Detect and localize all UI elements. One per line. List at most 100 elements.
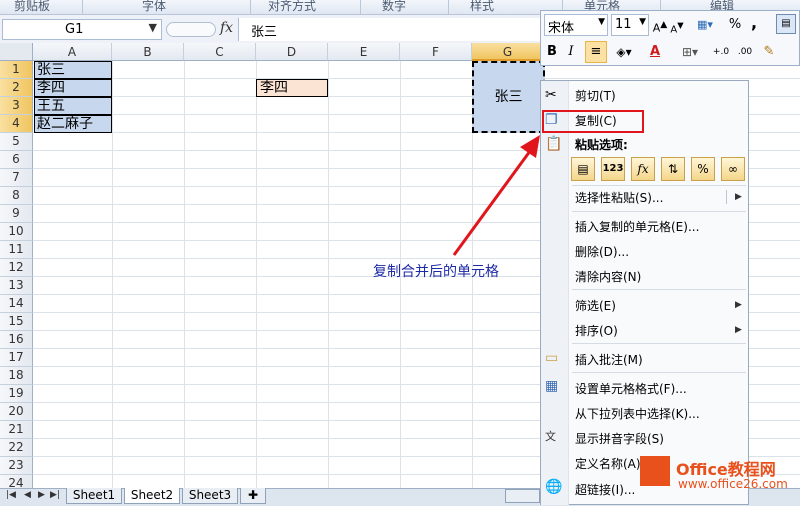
menu-item-paste-special[interactable]: 选择性粘贴(S)...: [575, 189, 663, 206]
insert-sheet-icon[interactable]: ✚: [240, 488, 266, 504]
menu-item-clear-contents[interactable]: 清除内容(N): [575, 268, 641, 285]
chevron-right-icon: ▶: [735, 300, 742, 310]
row-header-4[interactable]: 4: [0, 115, 33, 133]
paste-formulas-icon[interactable]: fx: [631, 157, 655, 181]
row-header-17[interactable]: 17: [0, 349, 33, 367]
column-header-b[interactable]: B: [112, 43, 184, 61]
menu-item-delete[interactable]: 删除(D)...: [575, 243, 629, 260]
row-header-9[interactable]: 9: [0, 205, 33, 223]
decrease-decimal-icon[interactable]: .00: [735, 42, 755, 62]
format-painter-icon[interactable]: ✎: [759, 42, 779, 62]
borders-icon[interactable]: ⊞▾: [678, 42, 702, 62]
name-box-value: G1: [65, 22, 84, 37]
percent-button[interactable]: %: [727, 15, 743, 35]
chevron-right-icon: ▶: [735, 325, 742, 335]
row-header-23[interactable]: 23: [0, 457, 33, 475]
font-size-select[interactable]: 11 ▼: [611, 14, 649, 36]
comma-style-button[interactable]: ,: [747, 13, 761, 33]
row-header-6[interactable]: 6: [0, 151, 33, 169]
row-header-13[interactable]: 13: [0, 277, 33, 295]
font-size-value: 11: [615, 17, 632, 32]
row-header-14[interactable]: 14: [0, 295, 33, 313]
grow-font-icon[interactable]: A▲: [652, 15, 668, 35]
chevron-down-icon: ▼: [598, 17, 605, 27]
phonetic-icon: 文: [545, 430, 556, 443]
menu-heading-paste-options: 粘贴选项:: [575, 138, 628, 152]
column-header-a[interactable]: A: [33, 43, 112, 61]
menu-item-insert-copied-cells[interactable]: 插入复制的单元格(E)...: [575, 218, 699, 235]
paste-icon[interactable]: ▤: [571, 157, 595, 181]
select-all-corner[interactable]: [0, 43, 33, 61]
column-header-g[interactable]: G: [472, 43, 544, 61]
cell-a3[interactable]: 王五: [34, 97, 112, 115]
mini-toolbar: 宋体 ▼ 11 ▼ A▲ A▼ ▦▾ % , ▤ B I ≡ ◈▾ A ⊞▾ +…: [540, 10, 800, 66]
cell-a1[interactable]: 张三: [34, 61, 112, 79]
row-header-18[interactable]: 18: [0, 367, 33, 385]
copy-highlight-box: [542, 110, 644, 133]
column-header-f[interactable]: F: [400, 43, 472, 61]
horizontal-scrollbar[interactable]: [505, 489, 540, 503]
paste-formatting-icon[interactable]: %: [691, 157, 715, 181]
watermark-url: www.office26.com: [678, 477, 788, 491]
font-color-icon[interactable]: A: [643, 42, 667, 62]
first-sheet-icon[interactable]: |◀: [6, 490, 16, 500]
shrink-font-icon[interactable]: A▼: [669, 15, 685, 35]
menu-item-cut[interactable]: 剪切(T): [575, 87, 616, 104]
sheet-tab-sheet1[interactable]: Sheet1: [66, 488, 122, 504]
fill-color-icon[interactable]: ◈▾: [611, 42, 637, 62]
merged-cell-g1[interactable]: 张三: [472, 61, 545, 133]
row-header-1[interactable]: 1: [0, 61, 33, 79]
ribbon-group-styles: 样式: [470, 0, 495, 13]
row-header-16[interactable]: 16: [0, 331, 33, 349]
row-header-7[interactable]: 7: [0, 169, 33, 187]
row-header-22[interactable]: 22: [0, 439, 33, 457]
formula-bar-resize-handle[interactable]: [166, 22, 216, 37]
menu-item-sort[interactable]: 排序(O): [575, 322, 618, 339]
menu-item-hyperlink[interactable]: 超链接(I)...: [575, 481, 635, 498]
column-header-d[interactable]: D: [256, 43, 328, 61]
insert-function-icon[interactable]: fx: [220, 20, 233, 36]
row-header-10[interactable]: 10: [0, 223, 33, 241]
paste-icon: 📋: [545, 136, 563, 152]
row-header-11[interactable]: 11: [0, 241, 33, 259]
row-header-21[interactable]: 21: [0, 421, 33, 439]
row-header-2[interactable]: 2: [0, 79, 33, 97]
cell-d2[interactable]: 李四: [256, 79, 328, 97]
sheet-tab-sheet2[interactable]: Sheet2: [124, 488, 180, 504]
align-center-icon[interactable]: ≡: [585, 41, 607, 63]
next-sheet-icon[interactable]: ▶: [38, 490, 45, 500]
row-header-12[interactable]: 12: [0, 259, 33, 277]
name-box[interactable]: G1 ▼: [2, 19, 162, 40]
menu-item-pick-from-list[interactable]: 从下拉列表中选择(K)...: [575, 405, 700, 422]
cell-a4[interactable]: 赵二麻子: [34, 115, 112, 133]
row-header-20[interactable]: 20: [0, 403, 33, 421]
comment-icon: ▭: [545, 350, 559, 366]
sheet-tab-sheet3[interactable]: Sheet3: [182, 488, 238, 504]
prev-sheet-icon[interactable]: ◀: [24, 490, 31, 500]
row-header-5[interactable]: 5: [0, 133, 33, 151]
cell-a2[interactable]: 李四: [34, 79, 112, 97]
last-sheet-icon[interactable]: ▶|: [50, 490, 60, 500]
increase-decimal-icon[interactable]: +.0: [711, 42, 731, 62]
chevron-down-icon[interactable]: ▼: [149, 21, 157, 34]
paste-values-icon[interactable]: 123: [601, 157, 625, 181]
menu-item-filter[interactable]: 筛选(E): [575, 297, 616, 314]
paste-link-icon[interactable]: ∞: [721, 157, 745, 181]
italic-button[interactable]: I: [563, 42, 579, 62]
bold-button[interactable]: B: [544, 42, 560, 62]
menu-item-format-cells[interactable]: 设置单元格格式(F)...: [575, 380, 687, 397]
row-header-19[interactable]: 19: [0, 385, 33, 403]
accounting-format-icon[interactable]: ▦▾: [690, 15, 720, 35]
paste-transpose-icon[interactable]: ⇅: [661, 157, 685, 181]
column-header-c[interactable]: C: [184, 43, 256, 61]
formula-input-value: 张三: [251, 25, 278, 40]
font-name-select[interactable]: 宋体 ▼: [544, 14, 608, 36]
scissors-icon: ✂: [545, 87, 557, 103]
row-header-8[interactable]: 8: [0, 187, 33, 205]
format-painter-grid-icon[interactable]: ▤: [776, 14, 796, 34]
menu-item-show-phonetic[interactable]: 显示拼音字段(S): [575, 430, 664, 447]
column-header-e[interactable]: E: [328, 43, 400, 61]
row-header-15[interactable]: 15: [0, 313, 33, 331]
menu-item-insert-comment[interactable]: 插入批注(M): [575, 351, 643, 368]
row-header-3[interactable]: 3: [0, 97, 33, 115]
